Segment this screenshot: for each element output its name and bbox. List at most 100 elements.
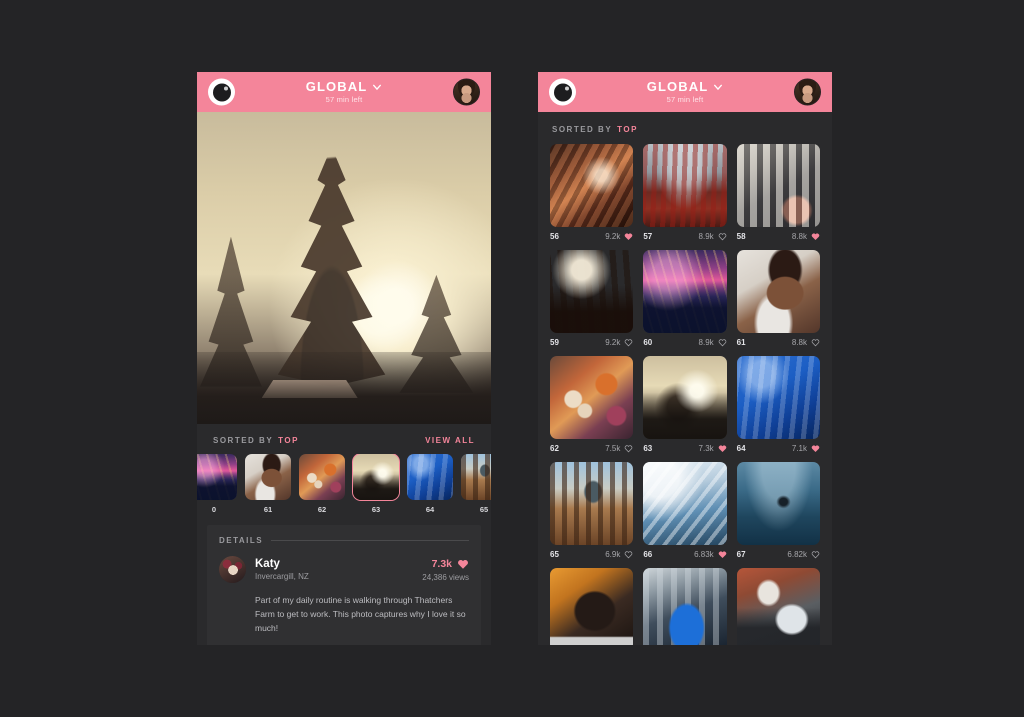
- photo-like-count: 7.5k: [605, 444, 621, 453]
- photo-like-group[interactable]: 6.9k: [605, 550, 633, 559]
- photo-card[interactable]: 57 8.9k: [643, 144, 727, 241]
- thumbnail-photo[interactable]: [245, 454, 291, 500]
- photo-card[interactable]: 66 6.83k: [643, 462, 727, 559]
- photo-like-group[interactable]: 6.83k: [694, 550, 727, 559]
- photo-thumbnail[interactable]: [550, 356, 634, 439]
- photo-like-count: 9.2k: [605, 232, 621, 241]
- grid-scroll-area[interactable]: SORTED BY TOP 56 9.2k 57 8.9k 58 8.8k 59 9.2k 60…: [538, 112, 832, 645]
- thumbnail-item[interactable]: 65: [461, 454, 491, 514]
- thumbnail-photo[interactable]: [352, 454, 400, 501]
- photo-card-meta: 56 9.2k: [550, 232, 633, 241]
- author-avatar[interactable]: [219, 556, 246, 583]
- heart-outline-icon[interactable]: [718, 232, 727, 241]
- thumbnail-photo[interactable]: [461, 454, 491, 500]
- author-name[interactable]: Katy: [255, 558, 422, 570]
- heart-filled-icon[interactable]: [718, 550, 727, 559]
- heart-outline-icon[interactable]: [811, 338, 820, 347]
- thumbnail-item[interactable]: 63: [352, 454, 400, 514]
- heart-outline-icon[interactable]: [624, 444, 633, 453]
- photo-art: [736, 462, 820, 545]
- photo-card[interactable]: 67 6.82k: [736, 462, 820, 559]
- photo-card[interactable]: 64 7.1k: [736, 356, 820, 453]
- photo-thumbnail[interactable]: [643, 462, 727, 545]
- thumbnail-item[interactable]: 61: [245, 454, 291, 514]
- photo-like-group[interactable]: 9.2k: [605, 232, 633, 241]
- photo-card[interactable]: 62 7.5k: [550, 356, 634, 453]
- heart-filled-icon[interactable]: [718, 444, 727, 453]
- photo-like-group[interactable]: 8.9k: [699, 232, 727, 241]
- photo-card[interactable]: 59 9.2k: [550, 250, 634, 347]
- heart-outline-icon[interactable]: [811, 550, 820, 559]
- thumbnail-item[interactable]: 64: [407, 454, 453, 514]
- camera-lens: [212, 83, 231, 101]
- photo-like-group[interactable]: 6.82k: [787, 550, 820, 559]
- header-center[interactable]: GLOBAL 57 min left: [647, 80, 723, 104]
- thumbnail-item[interactable]: 62: [299, 454, 345, 514]
- camera-icon[interactable]: [549, 78, 576, 106]
- photo-like-group[interactable]: 7.1k: [792, 444, 820, 453]
- photo-thumbnail[interactable]: [643, 144, 727, 227]
- heart-outline-icon[interactable]: [624, 338, 633, 347]
- photo-thumbnail[interactable]: [550, 568, 634, 645]
- photo-thumbnail[interactable]: [736, 250, 820, 333]
- photo-like-group[interactable]: 7.3k: [699, 444, 727, 453]
- chevron-down-icon[interactable]: [372, 82, 382, 92]
- photo-card-meta: 64 7.1k: [737, 444, 820, 453]
- photo-thumbnail[interactable]: [736, 568, 820, 645]
- sorted-by-value[interactable]: TOP: [278, 436, 299, 445]
- thumbnail-photo[interactable]: [197, 454, 237, 500]
- photo-thumbnail[interactable]: [736, 144, 820, 227]
- photo-like-group[interactable]: 8.8k: [792, 338, 820, 347]
- avatar[interactable]: [794, 78, 821, 106]
- photo-card[interactable]: 56 9.2k: [550, 144, 634, 241]
- photo-card[interactable]: 60 8.9k: [643, 250, 727, 347]
- photo-art: [736, 144, 820, 227]
- photo-thumbnail[interactable]: [643, 250, 727, 333]
- header-center[interactable]: GLOBAL 57 min left: [306, 80, 382, 104]
- photo-art: [643, 356, 727, 439]
- thumbnail-number: 63: [371, 505, 381, 514]
- avatar[interactable]: [453, 78, 480, 106]
- heart-outline-icon[interactable]: [624, 550, 633, 559]
- photo-card[interactable]: 61 8.8k: [736, 250, 820, 347]
- photo-card[interactable]: [643, 568, 727, 645]
- thumbnail-photo[interactable]: [407, 454, 453, 500]
- photo-card[interactable]: [550, 568, 634, 645]
- photo-thumbnail[interactable]: [550, 250, 634, 333]
- photo-author-row: Katy Invercargill, NZ 7.3k 24,386 views: [219, 556, 469, 583]
- thumbnail-strip[interactable]: 061626364656: [197, 454, 491, 514]
- heart-outline-icon[interactable]: [718, 338, 727, 347]
- author-avatar-face: [219, 556, 246, 583]
- photo-card-meta: 67 6.82k: [737, 550, 820, 559]
- sorted-by-value[interactable]: TOP: [617, 125, 638, 134]
- photo-card[interactable]: 63 7.3k: [643, 356, 727, 453]
- sorted-by-label: SORTED BY: [552, 125, 613, 134]
- photo-card-meta: 60 8.9k: [643, 338, 726, 347]
- phone-screen-grid: GLOBAL 57 min left SORTED BY TOP 56 9.2k 5…: [538, 72, 832, 645]
- chevron-down-icon[interactable]: [713, 82, 723, 92]
- photo-like-count: 8.8k: [791, 338, 807, 347]
- photo-card[interactable]: [736, 568, 820, 645]
- photo-card[interactable]: 58 8.8k: [736, 144, 820, 241]
- photo-thumbnail[interactable]: [643, 568, 727, 645]
- heart-filled-icon[interactable]: [811, 444, 820, 453]
- heart-filled-icon[interactable]: [811, 232, 820, 241]
- photo-like-group[interactable]: 7.5k: [605, 444, 633, 453]
- heart-filled-icon[interactable]: [457, 558, 469, 570]
- heart-filled-icon[interactable]: [624, 232, 633, 241]
- photo-like-group[interactable]: 8.8k: [792, 232, 820, 241]
- photo-thumbnail[interactable]: [550, 462, 634, 545]
- photo-like-count: 6.9k: [605, 550, 621, 559]
- view-all-button[interactable]: VIEW ALL: [425, 436, 475, 445]
- photo-thumbnail[interactable]: [736, 356, 820, 439]
- photo-thumbnail[interactable]: [550, 144, 634, 227]
- thumbnail-item[interactable]: 0: [197, 454, 237, 514]
- photo-like-group[interactable]: 9.2k: [605, 338, 633, 347]
- thumbnail-photo[interactable]: [299, 454, 345, 500]
- photo-like-group[interactable]: 8.9k: [699, 338, 727, 347]
- photo-card[interactable]: 65 6.9k: [550, 462, 634, 559]
- hero-photo[interactable]: [197, 112, 491, 424]
- camera-icon[interactable]: [208, 78, 235, 106]
- photo-thumbnail[interactable]: [736, 462, 820, 545]
- photo-thumbnail[interactable]: [643, 356, 727, 439]
